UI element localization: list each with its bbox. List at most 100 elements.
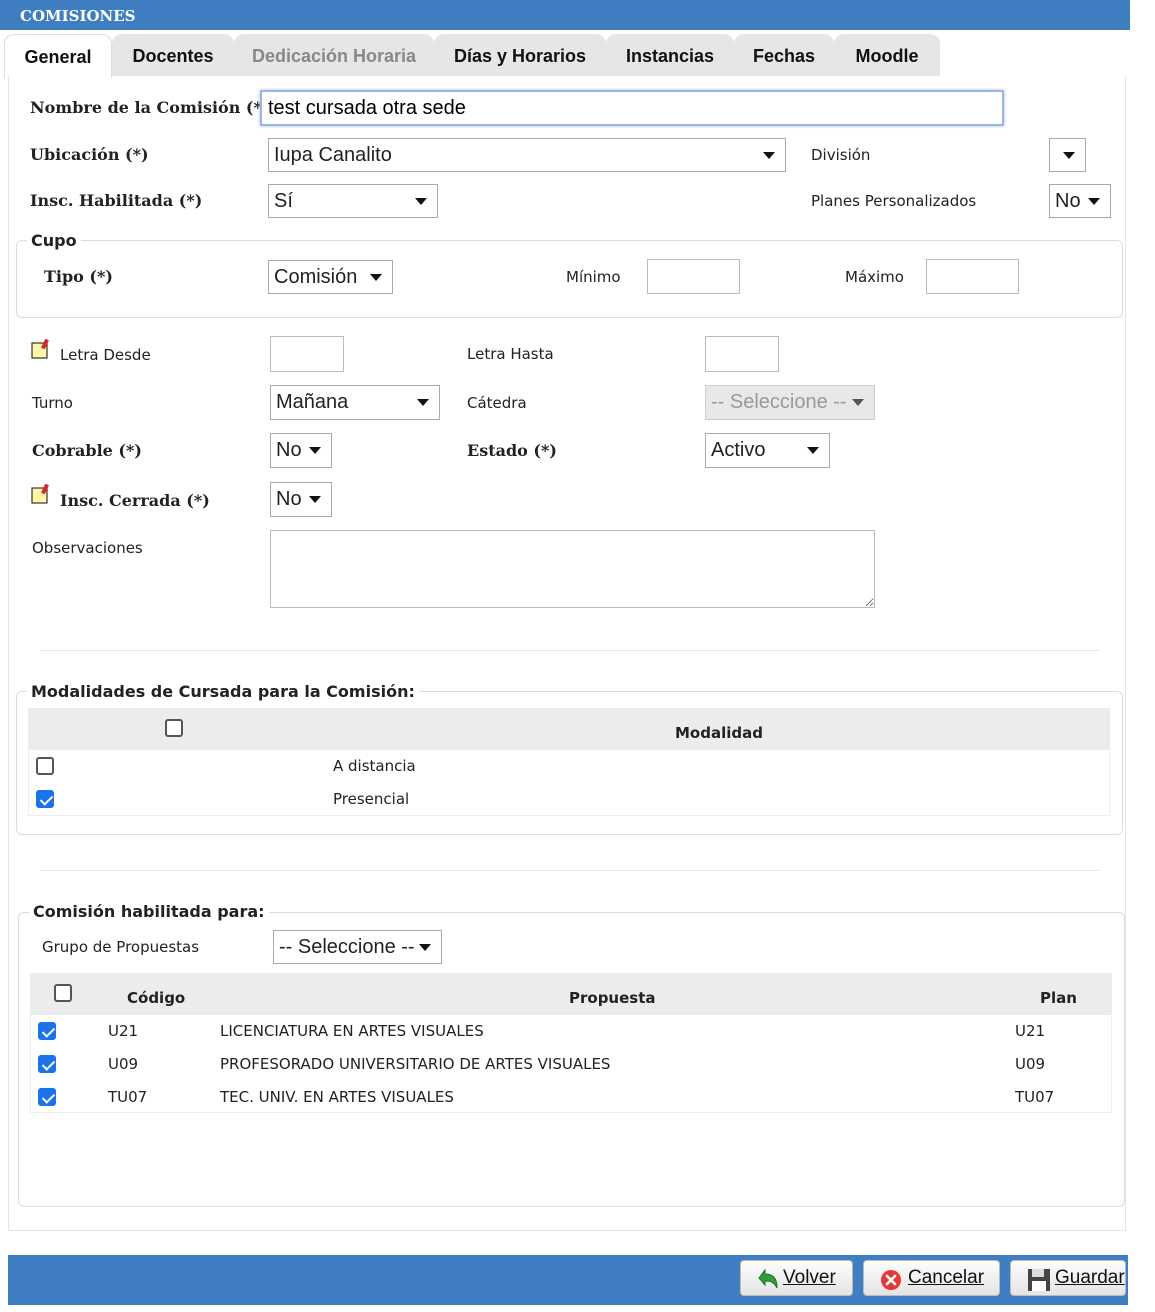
- estado-select[interactable]: Activo: [705, 433, 830, 468]
- volver-label: Volver: [783, 1267, 836, 1288]
- chevron-down-icon: [309, 447, 321, 454]
- codigo-cell: U21: [108, 1022, 139, 1040]
- cancelar-label: Cancelar: [908, 1267, 985, 1288]
- footer-bar: Volver Cancelar Guardar: [8, 1255, 1128, 1305]
- letra-hasta-input[interactable]: [705, 336, 779, 372]
- maximo-input[interactable]: [926, 259, 1019, 294]
- tab-general[interactable]: General: [4, 34, 112, 78]
- catedra-select[interactable]: -- Seleccione --: [705, 385, 875, 420]
- chevron-down-icon: [370, 274, 382, 281]
- modalidad-checkbox-presencial[interactable]: [36, 790, 54, 808]
- nombre-input[interactable]: [260, 90, 1004, 126]
- planes-personalizados-value: No: [1055, 190, 1081, 212]
- modalidad-checkbox-a-distancia[interactable]: [36, 757, 54, 775]
- cobrable-label: Cobrable (*): [32, 441, 142, 460]
- modalidad-column-header: Modalidad: [675, 724, 763, 742]
- observaciones-label: Observaciones: [32, 539, 143, 557]
- chevron-down-icon: [309, 496, 321, 503]
- cupo-legend: Cupo: [27, 231, 81, 250]
- letra-hasta-label: Letra Hasta: [467, 345, 554, 363]
- grupo-propuestas-label: Grupo de Propuestas: [42, 938, 200, 956]
- propuesta-cell: LICENCIATURA EN ARTES VISUALES: [220, 1022, 484, 1040]
- propuesta-row-checkbox[interactable]: [38, 1088, 56, 1106]
- red-x-icon: [881, 1270, 901, 1290]
- turno-value: Mañana: [276, 391, 349, 413]
- window-title: COMISIONES: [0, 0, 1130, 30]
- select-all-checkbox[interactable]: [165, 719, 183, 737]
- tab-instancias[interactable]: Instancias: [606, 34, 734, 76]
- chevron-down-icon: [852, 399, 864, 406]
- cancelar-button[interactable]: Cancelar: [863, 1260, 1000, 1296]
- select-all-propuestas-checkbox[interactable]: [54, 984, 72, 1002]
- nombre-label: Nombre de la Comisión (*): [30, 98, 270, 117]
- tipo-label: Tipo (*): [44, 267, 113, 286]
- catedra-value: -- Seleccione --: [711, 391, 847, 413]
- chevron-down-icon: [1088, 198, 1100, 205]
- grupo-propuestas-select[interactable]: -- Seleccione --: [273, 930, 442, 964]
- insc-cerrada-label: Insc. Cerrada (*): [60, 491, 210, 510]
- propuesta-row-checkbox[interactable]: [38, 1022, 56, 1040]
- ubicacion-label: Ubicación (*): [30, 145, 149, 164]
- tab-docentes[interactable]: Docentes: [112, 34, 234, 76]
- modalidad-label: A distancia: [333, 757, 416, 775]
- chevron-down-icon: [419, 944, 431, 951]
- insc-habilitada-label: Insc. Habilitada (*): [30, 191, 203, 210]
- ubicacion-select[interactable]: Iupa Canalito: [268, 138, 786, 172]
- estado-label: Estado (*): [467, 441, 557, 460]
- cobrable-select[interactable]: No: [270, 433, 332, 468]
- catedra-label: Cátedra: [467, 394, 527, 412]
- divider: [40, 650, 1100, 651]
- insc-cerrada-select[interactable]: No: [270, 482, 332, 517]
- plan-cell: U21: [1015, 1022, 1046, 1040]
- green-arrow-back-icon: [758, 1268, 778, 1289]
- minimo-label: Mínimo: [566, 268, 621, 286]
- chevron-down-icon: [415, 198, 427, 205]
- tab-dias-horarios[interactable]: Días y Horarios: [434, 34, 606, 76]
- turno-label: Turno: [32, 394, 73, 412]
- letra-desde-label: Letra Desde: [60, 346, 151, 364]
- estado-value: Activo: [711, 439, 766, 461]
- tipo-value: Comisión: [274, 266, 358, 288]
- sticky-note-icon[interactable]: [31, 339, 51, 361]
- codigo-cell: TU07: [108, 1088, 148, 1106]
- turno-select[interactable]: Mañana: [270, 385, 440, 420]
- chevron-down-icon: [807, 447, 819, 454]
- chevron-down-icon: [1063, 152, 1075, 159]
- modalidades-body: [28, 750, 1110, 816]
- maximo-label: Máximo: [845, 268, 904, 286]
- modalidad-label: Presencial: [333, 790, 410, 808]
- planes-personalizados-select[interactable]: No: [1049, 184, 1111, 218]
- tab-moodle[interactable]: Moodle: [834, 34, 940, 76]
- plan-column-header: Plan: [1040, 989, 1077, 1007]
- volver-button[interactable]: Volver: [740, 1260, 853, 1296]
- observaciones-textarea[interactable]: [270, 530, 875, 608]
- planes-personalizados-label: Planes Personalizados: [811, 192, 977, 210]
- tipo-select[interactable]: Comisión: [268, 260, 393, 294]
- plan-cell: TU07: [1015, 1088, 1055, 1106]
- floppy-disk-icon: [1028, 1269, 1050, 1291]
- codigo-column-header: Código: [127, 989, 186, 1007]
- cobrable-value: No: [276, 439, 302, 461]
- propuesta-cell: TEC. UNIV. EN ARTES VISUALES: [220, 1088, 454, 1106]
- minimo-input[interactable]: [647, 259, 740, 294]
- divider: [40, 870, 1100, 871]
- tab-fechas[interactable]: Fechas: [734, 34, 834, 76]
- insc-habilitada-select[interactable]: Sí: [268, 184, 438, 218]
- guardar-button[interactable]: Guardar: [1010, 1260, 1126, 1296]
- letra-desde-input[interactable]: [270, 336, 344, 372]
- insc-cerrada-value: No: [276, 488, 302, 510]
- modalidades-legend: Modalidades de Cursada para la Comisión:: [27, 682, 419, 701]
- plan-cell: U09: [1015, 1055, 1046, 1073]
- tab-dedicacion-horaria[interactable]: Dedicación Horaria: [234, 34, 434, 76]
- propuesta-column-header: Propuesta: [569, 989, 656, 1007]
- grupo-propuestas-value: -- Seleccione --: [279, 936, 415, 958]
- habilitada-legend: Comisión habilitada para:: [29, 902, 269, 921]
- division-select[interactable]: [1049, 138, 1086, 172]
- tab-bar: General Docentes Dedicación Horaria Días…: [4, 32, 1128, 78]
- sticky-note-icon[interactable]: [31, 484, 51, 506]
- division-label: División: [811, 146, 871, 164]
- insc-habilitada-value: Sí: [274, 190, 293, 212]
- guardar-label: Guardar: [1055, 1267, 1125, 1288]
- codigo-cell: U09: [108, 1055, 139, 1073]
- propuesta-row-checkbox[interactable]: [38, 1055, 56, 1073]
